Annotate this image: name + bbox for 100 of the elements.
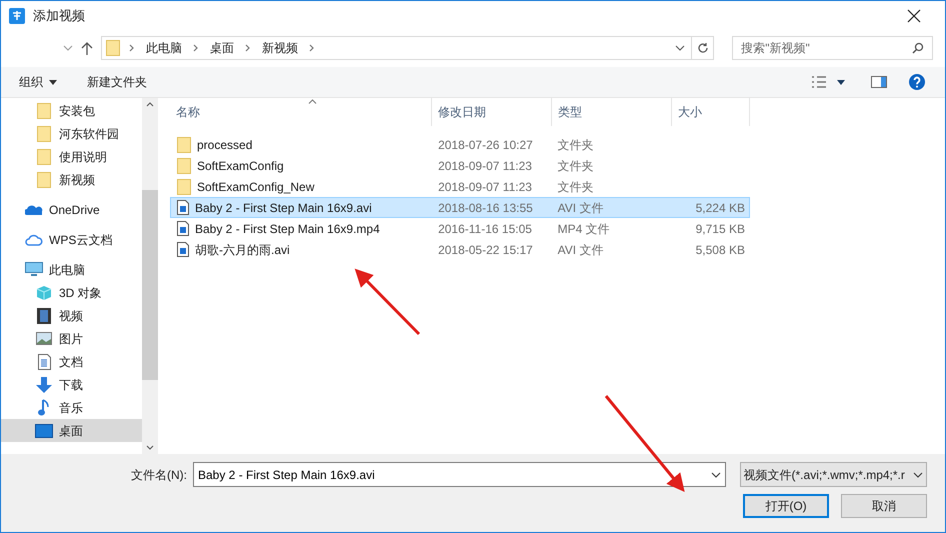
file-row[interactable]: Baby 2 - First Step Main 16x9.mp4 2016-11-16 15:05 MP4 文件 9,715 KB — [170, 218, 750, 239]
search-icon — [912, 42, 924, 54]
folder-icon — [37, 102, 51, 118]
document-icon — [38, 354, 50, 370]
file-name: SoftExamConfig_New — [197, 178, 314, 196]
file-icon — [177, 200, 189, 215]
chevron-down-icon[interactable] — [710, 472, 721, 478]
picture-icon — [36, 332, 52, 345]
file-row[interactable]: processed 2018-07-26 10:27 文件夹 — [170, 134, 750, 155]
file-icon — [177, 221, 189, 236]
file-type-value: 视频文件(*.avi;*.wmv;*.mp4;*.r — [744, 466, 906, 484]
chevron-right-icon — [128, 44, 136, 52]
up-arrow-icon[interactable] — [80, 41, 93, 55]
view-list-icon[interactable] — [811, 75, 827, 89]
address-bar[interactable]: 此电脑 桌面 新视频 — [100, 36, 714, 60]
film-icon — [37, 308, 51, 324]
nav-label: 图片 — [59, 330, 83, 348]
nav-item[interactable]: 图片 — [1, 327, 142, 350]
nav-label: 桌面 — [59, 422, 83, 440]
date-cell-text: 2016-11-16 15:05 — [437, 220, 533, 238]
column-header[interactable]: 类型 — [552, 98, 672, 126]
folder-icon — [177, 178, 191, 194]
date-cell-text: 2018-09-07 11:23 — [437, 178, 533, 196]
nav-item[interactable]: 桌面 — [1, 419, 142, 442]
nav-item[interactable]: 文档 — [1, 350, 142, 373]
nav-item[interactable]: 新视频 — [1, 168, 142, 191]
chevron-down-icon[interactable] — [146, 445, 154, 450]
folder-icon — [177, 136, 191, 152]
cloud-icon — [25, 233, 43, 246]
nav-item[interactable]: WPS云文档 — [1, 228, 142, 251]
desktop-icon — [35, 424, 53, 438]
file-row[interactable]: SoftExamConfig 2018-09-07 11:23 文件夹 — [170, 155, 750, 176]
size-cell-text: 5,224 KB — [696, 200, 745, 216]
file-name: Baby 2 - First Step Main 16x9.mp4 — [195, 220, 380, 238]
nav-item[interactable]: 视频 — [1, 304, 142, 327]
chevron-up-icon[interactable] — [146, 102, 154, 107]
chevron-down-icon — [913, 472, 923, 478]
folder-icon — [37, 148, 51, 164]
cancel-button[interactable]: 取消 — [841, 494, 927, 518]
type-cell-text: AVI 文件 — [556, 200, 604, 216]
search-field[interactable]: 搜索"新视频" — [732, 36, 933, 60]
type-cell-text: 文件夹 — [556, 178, 595, 196]
column-header[interactable]: 名称 — [170, 98, 432, 126]
preview-pane-icon[interactable] — [871, 76, 887, 88]
file-icon — [177, 242, 189, 257]
chevron-down-icon[interactable] — [675, 44, 686, 52]
breadcrumb[interactable]: 新视频 — [252, 39, 308, 57]
cloud-icon — [25, 204, 43, 214]
type-cell-text: 文件夹 — [556, 158, 595, 174]
organize-button[interactable]: 组织 — [19, 73, 57, 91]
nav-label: 新视频 — [59, 172, 95, 188]
close-icon[interactable] — [907, 9, 921, 23]
date-cell-text: 2018-05-22 15:17 — [437, 242, 534, 258]
file-row[interactable]: SoftExamConfig_New 2018-09-07 11:23 文件夹 — [170, 176, 750, 197]
file-row[interactable]: 胡歌-六月的雨.avi 2018-05-22 15:17 AVI 文件 5,508 KB — [170, 239, 750, 260]
down-arrow-icon — [36, 376, 52, 392]
nav-label: WPS云文档 — [49, 232, 112, 248]
filename-label: 文件名(N): — [131, 466, 187, 484]
type-cell-text: MP4 文件 — [556, 220, 611, 238]
nav-label: 安装包 — [59, 102, 95, 120]
file-row[interactable]: Baby 2 - First Step Main 16x9.avi 2018-08-16 13:55 AVI 文件 5,224 KB — [170, 197, 750, 218]
file-type-dropdown[interactable]: 视频文件(*.avi;*.wmv;*.mp4;*.r — [740, 462, 927, 487]
nav-item[interactable]: 下载 — [1, 373, 142, 396]
open-button[interactable]: 打开(O) — [743, 494, 829, 518]
nav-item[interactable]: 安装包 — [1, 99, 142, 122]
nav-item[interactable]: 此电脑 — [1, 258, 142, 281]
help-icon[interactable] — [909, 74, 925, 90]
sort-caret-icon — [308, 99, 317, 104]
filename-field[interactable]: Baby 2 - First Step Main 16x9.avi — [193, 462, 726, 487]
nav-item[interactable]: 河东软件园 — [1, 122, 142, 145]
breadcrumb[interactable]: 桌面 — [200, 39, 244, 57]
nav-label: 此电脑 — [49, 262, 85, 278]
type-cell-text: AVI 文件 — [556, 242, 604, 258]
window-title: 添加视频 — [33, 7, 85, 26]
caret-icon[interactable] — [837, 80, 845, 84]
breadcrumb[interactable]: 此电脑 — [136, 39, 192, 57]
folder-icon — [37, 172, 51, 188]
filename-input[interactable]: Baby 2 - First Step Main 16x9.avi — [198, 466, 711, 484]
nav-label: 视频 — [59, 308, 83, 324]
search-input[interactable]: 搜索"新视频" — [741, 39, 912, 57]
app-icon — [9, 8, 25, 24]
scrollbar-thumb[interactable] — [142, 190, 158, 380]
caret-icon — [49, 80, 57, 84]
scrollbar[interactable] — [142, 98, 158, 454]
new-folder-button[interactable]: 新建文件夹 — [87, 73, 147, 91]
date-cell-text: 2018-07-26 10:27 — [437, 136, 534, 154]
chevron-right-icon — [308, 44, 316, 52]
folder-icon — [177, 158, 191, 174]
nav-item[interactable]: 音乐 — [1, 396, 142, 419]
nav-label: OneDrive — [49, 202, 100, 218]
nav-item[interactable]: 3D 对象 — [1, 281, 142, 304]
annotation-arrow — [354, 268, 420, 336]
music-note-icon — [38, 399, 50, 416]
nav-item[interactable]: OneDrive — [1, 198, 142, 221]
nav-label: 河东软件园 — [59, 126, 119, 142]
nav-item[interactable]: 使用说明 — [1, 145, 142, 168]
refresh-icon — [696, 42, 709, 54]
column-header[interactable]: 大小 — [672, 98, 750, 126]
cube-icon — [36, 284, 52, 300]
column-header[interactable]: 修改日期 — [432, 98, 552, 126]
